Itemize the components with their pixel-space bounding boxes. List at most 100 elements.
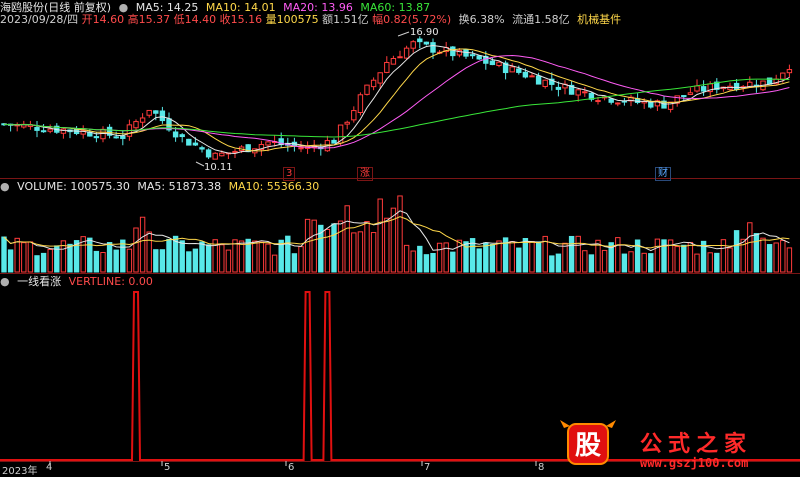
candle	[34, 127, 40, 131]
volume-bar	[674, 246, 680, 273]
candle	[199, 147, 205, 150]
volume-bar	[575, 235, 581, 273]
volume-bar	[27, 241, 34, 273]
candle	[377, 72, 383, 84]
chart-canvas[interactable]: 16.90 10.11	[0, 0, 800, 476]
candle	[364, 84, 370, 95]
volume-bar	[641, 252, 647, 273]
candle	[100, 128, 106, 140]
volume-bar	[654, 238, 661, 273]
volume-bar	[568, 235, 575, 273]
volume-bar	[450, 251, 456, 273]
low-price-label: 10.11	[204, 162, 233, 173]
volume-panel[interactable]	[1, 195, 793, 273]
volume-bar	[219, 244, 225, 273]
volume-bar	[192, 248, 199, 273]
candle	[496, 61, 502, 66]
volume-bar	[555, 253, 562, 273]
candle	[509, 66, 515, 73]
volume-bar	[265, 243, 271, 273]
volume-bar	[364, 221, 370, 273]
candle	[542, 79, 548, 87]
volume-bar	[34, 255, 40, 273]
volume-bar	[304, 218, 311, 273]
volume-bar	[615, 237, 621, 273]
candle	[205, 149, 212, 158]
candle	[403, 47, 410, 59]
candle	[60, 128, 67, 134]
candle	[344, 121, 350, 125]
volume-bar	[87, 237, 93, 273]
volume-bar	[423, 254, 430, 273]
candle	[687, 92, 694, 95]
volume-bar	[648, 253, 654, 273]
volume-bar	[489, 243, 496, 273]
x-label-6: 6	[288, 462, 295, 473]
candle	[417, 38, 423, 43]
watermark-logo: 股	[560, 420, 616, 465]
volume-bar	[67, 243, 73, 273]
volume-bar	[727, 247, 733, 273]
watermark-logo-char: 股	[575, 431, 601, 461]
candle	[384, 61, 390, 73]
volume-bar	[1, 236, 7, 273]
volume-bar	[166, 238, 172, 273]
candle	[529, 75, 535, 78]
volume-bar	[707, 252, 713, 273]
volume-bar	[153, 249, 159, 273]
candle	[615, 102, 621, 105]
volume-bar	[509, 241, 515, 273]
candle	[476, 55, 482, 60]
volume-bar	[694, 253, 700, 273]
watermark-url: www.gszj100.com	[640, 456, 749, 470]
candle	[786, 69, 793, 74]
candle	[450, 46, 456, 57]
volume-bar	[588, 254, 595, 273]
event-marker-cai[interactable]: 财	[655, 167, 671, 181]
volume-bar	[252, 240, 258, 273]
volume-bar	[549, 255, 555, 273]
candle	[331, 139, 337, 144]
volume-bar	[357, 231, 364, 273]
volume-bar	[120, 239, 126, 273]
candle	[40, 130, 47, 133]
event-marker-zhang[interactable]: 涨	[357, 167, 373, 181]
candle	[139, 117, 146, 123]
volume-bar	[238, 240, 245, 273]
volume-bar	[760, 237, 766, 273]
x-label-year: 2023年	[2, 466, 38, 477]
candle	[535, 75, 542, 85]
volume-bar	[344, 205, 350, 273]
watermark-text: 公式之家	[640, 431, 753, 457]
x-label-4: 4	[46, 462, 53, 473]
price-panel[interactable]	[1, 36, 793, 160]
candle	[423, 41, 430, 45]
volume-bar	[232, 239, 238, 273]
candle	[489, 60, 496, 66]
candle	[219, 152, 225, 157]
volume-bar	[14, 237, 20, 273]
volume-bar	[54, 245, 60, 273]
volume-bar	[199, 241, 205, 273]
candle	[469, 54, 476, 57]
volume-bar	[271, 254, 278, 273]
volume-bar	[179, 240, 185, 273]
volume-bar	[390, 207, 397, 273]
event-marker-3[interactable]: 3	[283, 167, 296, 181]
volume-bar	[720, 239, 727, 273]
candle	[430, 42, 436, 53]
candle	[397, 56, 403, 59]
volume-bar	[747, 222, 753, 273]
volume-bar	[582, 250, 588, 273]
candle	[370, 79, 377, 88]
volume-bar	[516, 247, 522, 273]
volume-bar	[146, 231, 152, 273]
candle	[186, 138, 192, 146]
high-price-label: 16.90	[410, 27, 439, 38]
candle	[357, 94, 364, 113]
candle	[522, 71, 529, 78]
volume-bar	[436, 242, 443, 273]
candle	[120, 135, 126, 139]
volume-bar	[186, 251, 192, 273]
candle	[153, 110, 159, 114]
